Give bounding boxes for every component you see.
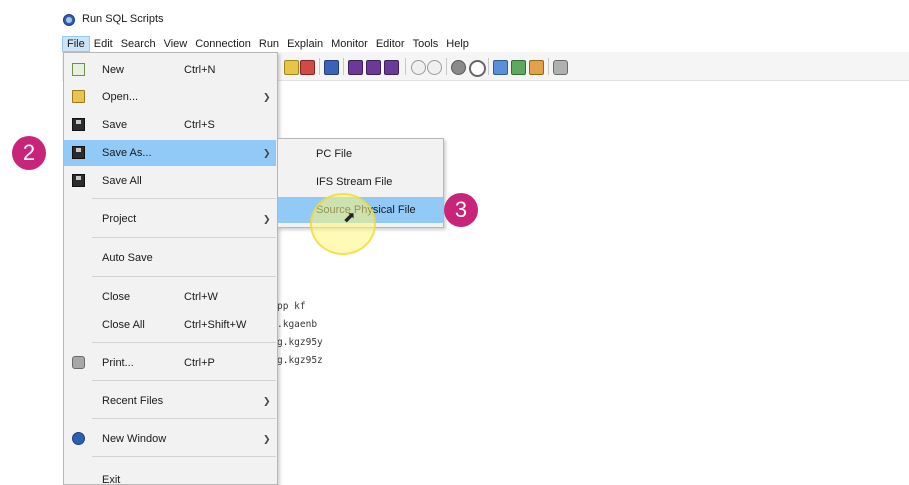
visual-explain-icon[interactable]	[384, 60, 399, 75]
step-3-badge: 3	[444, 193, 478, 227]
menu-item-label: Close	[102, 291, 131, 303]
menu-separator	[92, 198, 276, 199]
menu-item-label: Open...	[102, 91, 139, 103]
save-all-icon	[72, 174, 85, 187]
toolbar-separator	[446, 58, 447, 75]
menu-item-label: New Window	[102, 433, 167, 445]
menu-search[interactable]: Search	[117, 36, 160, 52]
cancel-request-icon[interactable]	[469, 60, 486, 77]
menu-item-label: Print...	[102, 357, 134, 369]
print-icon	[72, 356, 85, 369]
window-title: Run SQL Scripts	[82, 13, 164, 25]
menu-item-label: Exit	[102, 474, 121, 485]
chevron-right-icon: ❯	[263, 148, 271, 158]
toolbar-separator	[343, 58, 344, 75]
run-selected-icon[interactable]	[300, 60, 315, 75]
menu-connection[interactable]: Connection	[191, 36, 255, 52]
menu-help[interactable]: Help	[442, 36, 473, 52]
menu-bar: File Edit Search View Connection Run Exp…	[62, 36, 473, 52]
menu-editor[interactable]: Editor	[372, 36, 409, 52]
chevron-right-icon: ❯	[263, 214, 271, 224]
submenu-item-label: PC File	[316, 148, 353, 160]
run-all-icon[interactable]	[284, 60, 299, 75]
open-icon	[72, 90, 85, 103]
file-menu-item-recent-files[interactable]: Recent Files ❯	[64, 388, 276, 414]
code-line: g.kgz95y	[277, 337, 323, 348]
menu-monitor[interactable]: Monitor	[327, 36, 372, 52]
menu-run[interactable]: Run	[255, 36, 283, 52]
insert-sql-icon[interactable]	[529, 60, 544, 75]
menu-item-shortcut: Ctrl+W	[184, 291, 218, 303]
toolbar-separator	[488, 58, 489, 75]
menu-separator	[92, 418, 276, 419]
menu-item-shortcut: Ctrl+P	[184, 357, 215, 369]
menu-edit[interactable]: Edit	[90, 36, 117, 52]
menu-item-label: Save All	[102, 175, 142, 187]
file-menu-item-new[interactable]: New Ctrl+N	[64, 57, 276, 83]
menu-tools[interactable]: Tools	[409, 36, 443, 52]
menu-item-label: Save	[102, 119, 128, 131]
new-icon	[72, 63, 85, 76]
explain-run-icon[interactable]	[366, 60, 381, 75]
code-line: .kgaenb	[277, 319, 318, 330]
save-icon	[72, 118, 85, 131]
save-as-icon	[72, 146, 85, 159]
menu-explain[interactable]: Explain	[283, 36, 327, 52]
menu-separator	[92, 380, 276, 381]
menu-item-label: Auto Save	[102, 252, 153, 264]
explain-icon[interactable]	[348, 60, 363, 75]
submenu-item-label: IFS Stream File	[316, 176, 393, 188]
new-window-icon	[72, 432, 85, 445]
menu-item-shortcut: Ctrl+S	[184, 119, 215, 131]
submenu-item-ifs-stream-file[interactable]: IFS Stream File	[278, 169, 443, 195]
menu-item-shortcut: Ctrl+Shift+W	[184, 319, 247, 331]
menu-file[interactable]: File	[62, 36, 90, 52]
stop-icon[interactable]	[451, 60, 466, 75]
menu-separator	[92, 237, 276, 238]
toolbar-separator	[548, 58, 549, 75]
chevron-right-icon: ❯	[263, 92, 271, 102]
menu-separator	[92, 342, 276, 343]
menu-separator	[92, 456, 276, 457]
menu-item-label: New	[102, 64, 125, 76]
file-menu-item-close[interactable]: Close Ctrl+W	[64, 284, 276, 310]
file-menu-item-save[interactable]: Save Ctrl+S	[64, 112, 276, 138]
connect-icon[interactable]	[493, 60, 508, 75]
file-menu-item-project[interactable]: Project ❯	[64, 206, 276, 232]
file-menu-item-close-all[interactable]: Close All Ctrl+Shift+W	[64, 312, 276, 338]
toolbar-separator	[319, 58, 320, 75]
file-menu-item-save-as[interactable]: Save As... ❯	[64, 140, 276, 166]
menu-separator	[92, 276, 276, 277]
file-menu-item-open[interactable]: Open... ❯	[64, 84, 276, 110]
menu-item-label: Close All	[102, 319, 145, 331]
chevron-right-icon: ❯	[263, 434, 271, 444]
code-line: pp kf	[277, 301, 306, 312]
step-2-badge: 2	[12, 136, 46, 170]
run-from-cursor-icon[interactable]	[324, 60, 339, 75]
sql-icon[interactable]	[511, 60, 526, 75]
menu-view[interactable]: View	[160, 36, 192, 52]
print-toolbar-icon[interactable]	[553, 60, 568, 75]
menu-item-label: Project	[102, 213, 137, 225]
run-sql-scripts-app-icon	[63, 14, 75, 26]
undo-icon[interactable]	[411, 60, 426, 75]
file-menu-item-save-all[interactable]: Save All	[64, 168, 276, 194]
toolbar-separator	[405, 58, 406, 75]
code-line: g.kgz95z	[277, 355, 323, 366]
menu-item-shortcut: Ctrl+N	[184, 64, 216, 76]
mouse-pointer-icon: ⬈	[343, 209, 356, 226]
menu-item-label: Save As...	[102, 147, 152, 159]
chevron-right-icon: ❯	[263, 396, 271, 406]
submenu-item-pc-file[interactable]: PC File	[278, 141, 443, 167]
redo-icon[interactable]	[427, 60, 442, 75]
file-menu-item-new-window[interactable]: New Window ❯	[64, 426, 276, 452]
file-menu-item-print[interactable]: Print... Ctrl+P	[64, 350, 276, 376]
file-menu-item-exit[interactable]: Exit	[64, 464, 276, 485]
menu-item-label: Recent Files	[102, 395, 164, 407]
file-menu-item-auto-save[interactable]: Auto Save	[64, 245, 276, 271]
